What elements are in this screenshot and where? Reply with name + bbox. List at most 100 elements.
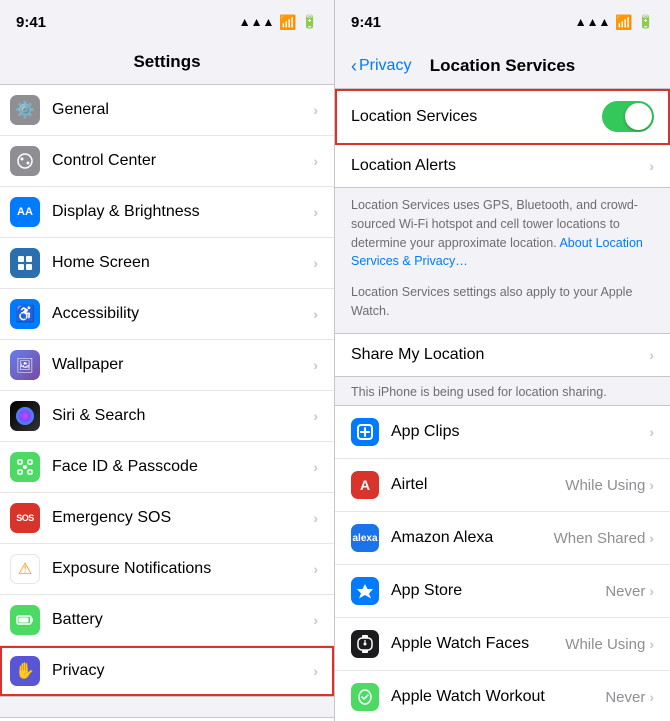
chevron-icon: ›	[313, 663, 318, 679]
location-info-text-2: Location Services settings also apply to…	[335, 279, 670, 333]
privacy-label: Privacy	[52, 662, 313, 680]
app-clips-row[interactable]: App Clips ›	[335, 406, 670, 459]
back-button[interactable]: ‹ Privacy	[351, 56, 411, 77]
chevron-icon: ›	[313, 612, 318, 628]
chevron-icon: ›	[313, 153, 318, 169]
app-store-value: Never	[605, 583, 645, 600]
airtel-row[interactable]: A Airtel While Using ›	[335, 459, 670, 512]
wallpaper-icon: 🖼	[10, 350, 40, 380]
accessibility-label: Accessibility	[52, 305, 313, 323]
signal-icon: ▲▲▲	[239, 15, 275, 29]
sidebar-item-sos[interactable]: SOS Emergency SOS ›	[0, 493, 334, 544]
battery-icon: 🔋	[638, 14, 654, 30]
amazon-alexa-row[interactable]: alexa Amazon Alexa When Shared ›	[335, 512, 670, 565]
sidebar-item-privacy[interactable]: ✋ Privacy ›	[0, 646, 334, 696]
sidebar-item-battery[interactable]: Battery ›	[0, 595, 334, 646]
exposure-label: Exposure Notifications	[52, 560, 313, 578]
chevron-icon: ›	[313, 204, 318, 220]
page-title: Location Services	[430, 56, 576, 76]
control-center-icon	[10, 146, 40, 176]
apple-watch-workout-row[interactable]: Apple Watch Workout Never ›	[335, 671, 670, 721]
signal-icon: ▲▲▲	[575, 15, 611, 29]
siri-label: Siri & Search	[52, 407, 313, 425]
chevron-icon: ›	[313, 306, 318, 322]
right-header: 9:41 ▲▲▲ 📶 🔋 ‹ Privacy Location Services	[335, 0, 670, 88]
share-my-location-row[interactable]: Share My Location ›	[335, 334, 670, 376]
location-alerts-row[interactable]: Location Alerts ›	[335, 145, 670, 187]
right-status-icons: ▲▲▲ 📶 🔋	[575, 14, 654, 31]
location-alerts-label: Location Alerts	[351, 157, 649, 175]
info-text-2: Location Services settings also apply to…	[351, 285, 632, 318]
siri-icon	[10, 401, 40, 431]
accessibility-icon: ♿	[10, 299, 40, 329]
location-services-toggle-row[interactable]: Location Services	[335, 89, 670, 145]
location-info-text: Location Services uses GPS, Bluetooth, a…	[335, 188, 670, 279]
sidebar-item-control-center[interactable]: Control Center ›	[0, 136, 334, 187]
chevron-icon: ›	[313, 459, 318, 475]
location-services-toggle[interactable]	[602, 101, 654, 132]
apple-watch-workout-label: Apple Watch Workout	[391, 688, 605, 706]
chevron-icon: ›	[649, 530, 654, 546]
wifi-icon: 📶	[615, 14, 632, 31]
battery-label: Battery	[52, 611, 313, 629]
sidebar-item-general[interactable]: ⚙️ General ›	[0, 85, 334, 136]
sos-icon: SOS	[10, 503, 40, 533]
battery-icon: 🔋	[302, 14, 318, 30]
airtel-label: Airtel	[391, 476, 565, 494]
chevron-icon: ›	[313, 510, 318, 526]
right-time: 9:41	[351, 14, 381, 31]
chevron-icon: ›	[649, 689, 654, 705]
share-my-location-label: Share My Location	[351, 346, 649, 364]
sidebar-item-siri[interactable]: Siri & Search ›	[0, 391, 334, 442]
app-clips-icon	[351, 418, 379, 446]
left-status-bar: 9:41 ▲▲▲ 📶 🔋	[0, 0, 334, 44]
general-label: General	[52, 101, 313, 119]
display-icon: AA	[10, 197, 40, 227]
amazon-alexa-label: Amazon Alexa	[391, 529, 554, 547]
general-icon: ⚙️	[10, 95, 40, 125]
airtel-value: While Using	[565, 477, 645, 494]
sidebar-item-accessibility[interactable]: ♿ Accessibility ›	[0, 289, 334, 340]
right-nav-bar: ‹ Privacy Location Services	[335, 44, 670, 88]
sidebar-item-home-screen[interactable]: Home Screen ›	[0, 238, 334, 289]
chevron-icon: ›	[649, 477, 654, 493]
chevron-icon: ›	[313, 408, 318, 424]
faceid-icon	[10, 452, 40, 482]
chevron-icon: ›	[313, 561, 318, 577]
app-store-row[interactable]: App Store Never ›	[335, 565, 670, 618]
share-my-location-section: Share My Location ›	[335, 333, 670, 377]
alexa-label-text: alexa	[352, 533, 377, 544]
apple-watch-workout-value: Never	[605, 689, 645, 706]
settings-panel: 9:41 ▲▲▲ 📶 🔋 Settings ⚙️ General › Contr…	[0, 0, 335, 721]
location-services-section: Location Services Location Alerts ›	[335, 88, 670, 188]
sidebar-item-display[interactable]: AA Display & Brightness ›	[0, 187, 334, 238]
privacy-icon: ✋	[10, 656, 40, 686]
settings-section-stores: App Store › Wallet & Apple Pay ›	[0, 717, 334, 721]
settings-section-main: ⚙️ General › Control Center › AA Display…	[0, 84, 334, 697]
apps-section: App Clips › A Airtel While Using › alexa…	[335, 405, 670, 721]
wallpaper-label: Wallpaper	[52, 356, 313, 374]
sidebar-item-faceid[interactable]: Face ID & Passcode ›	[0, 442, 334, 493]
faceid-label: Face ID & Passcode	[52, 458, 313, 476]
exposure-icon: ⚠	[10, 554, 40, 584]
airtel-icon: A	[351, 471, 379, 499]
right-status-bar: 9:41 ▲▲▲ 📶 🔋	[335, 0, 670, 44]
chevron-icon: ›	[649, 636, 654, 652]
apple-watch-faces-row[interactable]: Apple Watch Faces While Using ›	[335, 618, 670, 671]
chevron-icon: ›	[649, 347, 654, 363]
left-time: 9:41	[16, 14, 46, 31]
display-label: Display & Brightness	[52, 203, 313, 221]
chevron-icon: ›	[649, 158, 654, 174]
sidebar-item-exposure[interactable]: ⚠ Exposure Notifications ›	[0, 544, 334, 595]
apple-watch-faces-value: While Using	[565, 636, 645, 653]
chevron-icon: ›	[313, 255, 318, 271]
back-label: Privacy	[359, 57, 411, 75]
chevron-icon: ›	[649, 424, 654, 440]
sos-label: Emergency SOS	[52, 509, 313, 527]
chevron-icon: ›	[649, 583, 654, 599]
sidebar-item-wallpaper[interactable]: 🖼 Wallpaper ›	[0, 340, 334, 391]
right-content: Location Services Location Alerts › Loca…	[335, 88, 670, 721]
home-screen-label: Home Screen	[52, 254, 313, 272]
left-status-icons: ▲▲▲ 📶 🔋	[239, 14, 318, 31]
back-chevron-icon: ‹	[351, 56, 357, 77]
